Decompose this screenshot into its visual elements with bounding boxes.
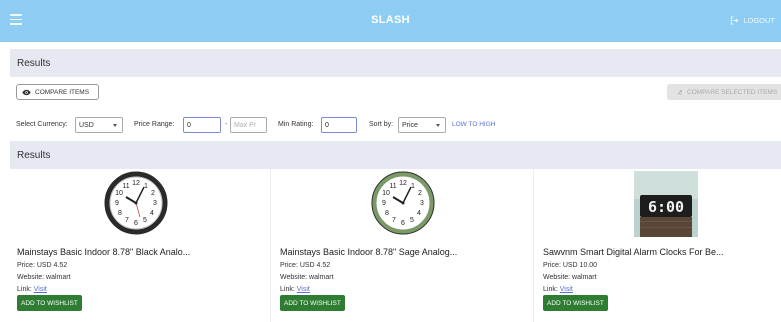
svg-text:6: 6 xyxy=(134,220,138,227)
svg-text:2: 2 xyxy=(418,190,422,197)
svg-text:8: 8 xyxy=(118,210,122,217)
product-name: Mainstays Basic Indoor 8.78" Sage Analog… xyxy=(280,247,458,257)
svg-text:8: 8 xyxy=(385,210,389,217)
product-image: 12 1 2 3 4567 8 9 10 11 xyxy=(273,171,533,235)
results-section-title: Results xyxy=(17,150,51,161)
sort-select[interactable]: Price xyxy=(398,117,446,133)
price-min-input[interactable]: 0 xyxy=(183,117,221,133)
svg-text:9: 9 xyxy=(115,200,119,207)
svg-text:4: 4 xyxy=(417,210,421,217)
add-to-wishlist-button[interactable]: ADD TO WISHLIST xyxy=(17,295,82,311)
product-link-row: Link: Visit xyxy=(543,286,573,293)
analog-clock-icon: 12 12 3 4567 8 9 1011 xyxy=(371,171,435,235)
svg-text:11: 11 xyxy=(122,183,129,190)
sort-label: Sort by: xyxy=(369,121,394,128)
product-price: Price: USD 4.52 xyxy=(280,262,331,269)
svg-text:3: 3 xyxy=(420,200,424,207)
svg-text:9: 9 xyxy=(382,200,386,207)
add-to-wishlist-button[interactable]: ADD TO WISHLIST xyxy=(543,295,608,311)
svg-text:10: 10 xyxy=(115,190,123,197)
svg-text:4: 4 xyxy=(150,210,154,217)
sort-value: Price xyxy=(402,121,418,129)
svg-text:3: 3 xyxy=(153,200,157,207)
product-link-label: Link: xyxy=(543,286,558,293)
filter-bar: Select Currency: USD Price Range: 0 - Ma… xyxy=(16,117,781,133)
product-visit-link[interactable]: Visit xyxy=(34,286,47,293)
compare-selected-label: COMPARE SELECTED ITEMS xyxy=(687,88,778,96)
logout-icon xyxy=(731,16,739,25)
svg-text:1: 1 xyxy=(411,183,415,190)
results-section-header: Results xyxy=(10,141,781,169)
sort-direction-toggle[interactable]: LOW TO HIGH xyxy=(452,121,495,128)
product-visit-link[interactable]: Visit xyxy=(297,286,310,293)
results-header: Results xyxy=(10,49,781,77)
compare-items-label: COMPARE ITEMS xyxy=(35,88,90,96)
eye-icon xyxy=(22,89,31,95)
svg-text:1: 1 xyxy=(144,183,148,190)
product-link-label: Link: xyxy=(280,286,295,293)
product-link-label: Link: xyxy=(17,286,32,293)
compare-items-button[interactable]: COMPARE ITEMS xyxy=(16,84,99,100)
currency-select[interactable]: USD xyxy=(75,117,123,133)
svg-text:2: 2 xyxy=(151,190,155,197)
compare-icon xyxy=(677,89,682,95)
currency-value: USD xyxy=(79,121,94,129)
svg-text:7: 7 xyxy=(392,217,396,224)
price-separator: - xyxy=(225,121,228,128)
svg-text:11: 11 xyxy=(389,183,396,190)
svg-text:7: 7 xyxy=(125,217,129,224)
product-name: Mainstays Basic Indoor 8.78" Black Analo… xyxy=(17,247,191,257)
svg-text:5: 5 xyxy=(143,217,147,224)
analog-clock-icon: 12 12 3 4567 8 9 1011 xyxy=(104,171,168,235)
product-website: Website: walmart xyxy=(280,274,334,281)
product-link-row: Link: Visit xyxy=(280,286,310,293)
svg-text:5: 5 xyxy=(410,217,414,224)
product-card: 12 1 2 3 4567 8 9 10 11 Mainstays Basic Indoor… xyxy=(10,169,271,322)
product-price: Price: USD 10.00 xyxy=(543,262,598,269)
price-range-label: Price Range: xyxy=(134,121,175,128)
product-price: Price: USD 4.52 xyxy=(17,262,68,269)
product-visit-link[interactable]: Visit xyxy=(560,286,573,293)
currency-label: Select Currency: xyxy=(16,121,68,128)
product-website: Website: walmart xyxy=(17,274,71,281)
logout-label: LOGOUT xyxy=(743,16,775,25)
chevron-down-icon xyxy=(113,124,117,127)
product-card: 6:00 Sawvnm Smart Digital Alarm Clocks F… xyxy=(536,169,781,322)
product-link-row: Link: Visit xyxy=(17,286,47,293)
digital-clock-icon: 6:00 xyxy=(634,171,698,237)
digital-clock-time: 6:00 xyxy=(648,198,684,216)
product-card: 12 1 2 3 4567 8 9 10 11 Mainstays Basic Indoor… xyxy=(273,169,534,322)
chevron-down-icon xyxy=(436,124,440,127)
product-image: 6:00 xyxy=(536,171,781,237)
min-rating-input[interactable]: 0 xyxy=(321,117,357,133)
min-rating-label: Min Rating: xyxy=(278,121,314,128)
svg-text:6: 6 xyxy=(401,220,405,227)
app-title: SLASH xyxy=(371,14,410,26)
product-name: Sawvnm Smart Digital Alarm Clocks For Be… xyxy=(543,247,724,257)
compare-selected-button[interactable]: COMPARE SELECTED ITEMS xyxy=(667,84,781,100)
add-to-wishlist-button[interactable]: ADD TO WISHLIST xyxy=(280,295,345,311)
price-max-input[interactable]: Max Pr xyxy=(230,117,267,133)
svg-text:12: 12 xyxy=(399,180,407,187)
results-header-title: Results xyxy=(17,58,51,69)
svg-text:10: 10 xyxy=(382,190,390,197)
app-bar: SLASH LOGOUT xyxy=(0,0,781,42)
product-website: Website: walmart xyxy=(543,274,597,281)
product-image: 12 1 2 3 4567 8 9 10 11 xyxy=(10,171,270,235)
logout-button[interactable]: LOGOUT xyxy=(730,16,775,25)
svg-text:12: 12 xyxy=(132,180,140,187)
